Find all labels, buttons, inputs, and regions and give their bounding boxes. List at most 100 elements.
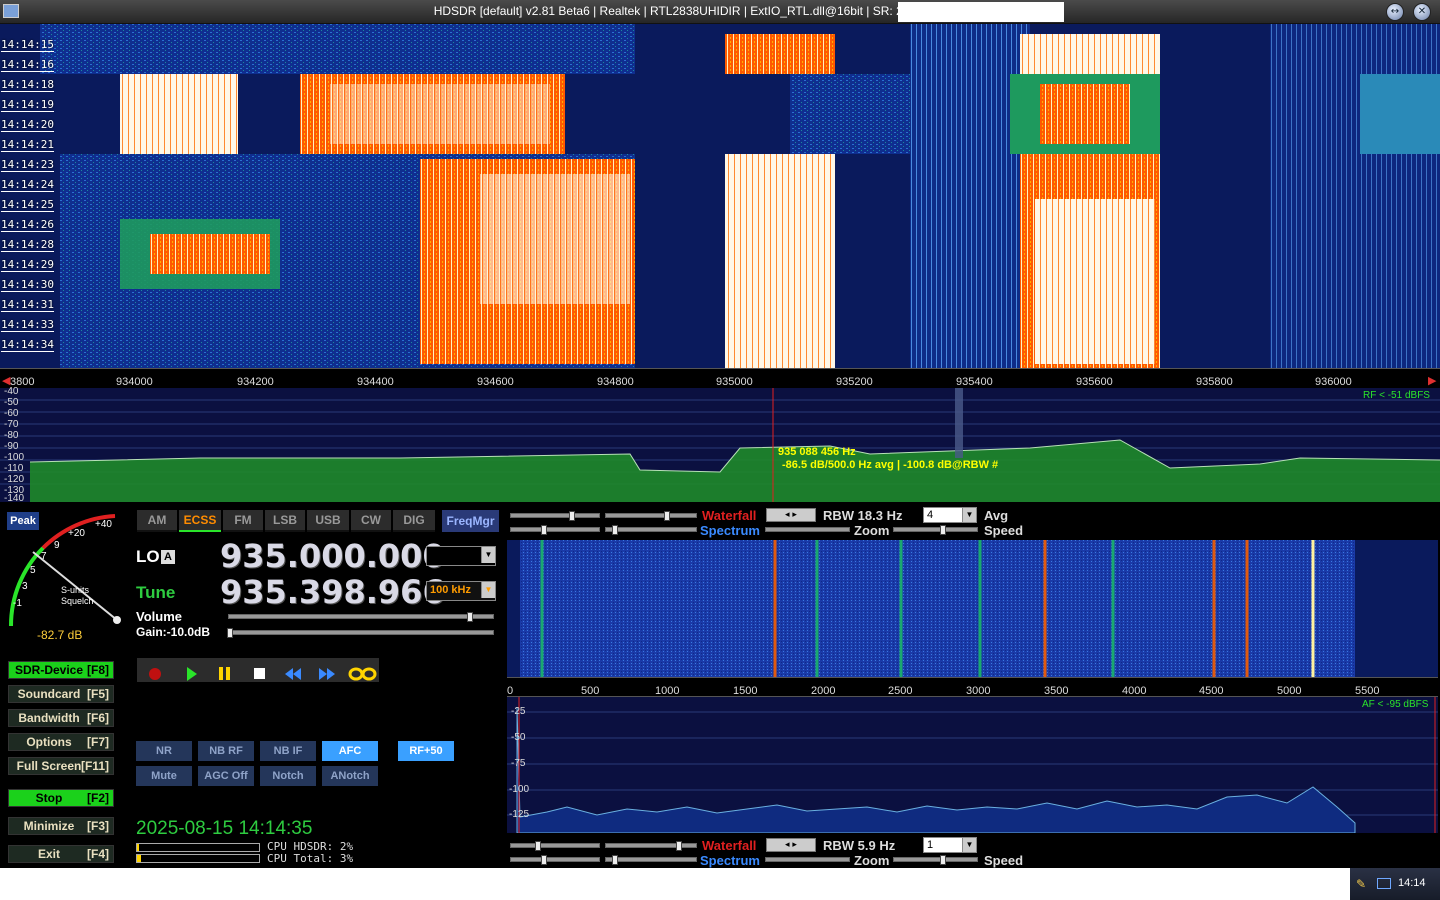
pause-icon[interactable]: [214, 661, 236, 681]
cpu-hdsdr-bar: [136, 843, 260, 852]
rf-rbw-label: RBW 18.3 Hz: [823, 508, 903, 523]
af-db-tick: -125: [509, 809, 530, 820]
record-icon[interactable]: [144, 661, 166, 681]
nb-rf-button[interactable]: NB RF: [198, 741, 254, 761]
af-spectrum-slider-1[interactable]: [510, 855, 600, 865]
mode-am-button[interactable]: AM: [137, 510, 177, 532]
af-waterfall[interactable]: [507, 540, 1438, 677]
button-key: [F2]: [87, 791, 109, 805]
afc-button[interactable]: AFC: [322, 741, 378, 761]
slider-knob[interactable]: [940, 525, 946, 535]
slider-knob[interactable]: [940, 855, 946, 865]
freq-tick: 935200: [836, 376, 873, 388]
nb-if-button[interactable]: NB IF: [260, 741, 316, 761]
rf-spectrum-slider-2[interactable]: [605, 525, 697, 535]
af-spectrum-trace: [507, 697, 1438, 833]
af-rbw-stepper[interactable]: ◂ ▸: [766, 838, 816, 852]
soundcard-button[interactable]: Soundcard [F5]: [8, 685, 114, 703]
freq-tick: 934800: [597, 376, 634, 388]
slider-knob[interactable]: [227, 628, 233, 638]
af-zoom-label: Zoom: [854, 853, 890, 868]
play-icon[interactable]: [180, 661, 202, 681]
loop-icon[interactable]: [348, 661, 378, 681]
rf-zoom-slider-1[interactable]: [765, 527, 850, 532]
tray-tools-icon[interactable]: ✎: [1356, 877, 1366, 891]
main-waterfall[interactable]: [0, 24, 1440, 368]
nr-button[interactable]: NR: [136, 741, 192, 761]
rewind-icon[interactable]: [282, 661, 304, 681]
freqmgr-button[interactable]: FreqMgr: [442, 510, 499, 532]
anotch-button[interactable]: ANotch: [322, 766, 378, 786]
rf-spectrum[interactable]: -40 -50 -60 -70 -80 -90 -100 -110 -120 -…: [0, 386, 1440, 504]
fast-forward-icon[interactable]: [316, 661, 338, 681]
exit-button[interactable]: Exit [F4]: [8, 845, 114, 863]
options-button[interactable]: Options [F7]: [8, 733, 114, 751]
stop-icon[interactable]: [248, 661, 270, 681]
bandwidth-button[interactable]: Bandwidth [F6]: [8, 709, 114, 727]
button-label: Minimize: [23, 819, 75, 833]
tune-step-dropdown[interactable]: 100 kHz ▼: [426, 581, 496, 601]
rf-waterfall-slider-2[interactable]: [605, 511, 697, 521]
smeter-caption: S-units: [61, 585, 90, 595]
af-spectrum-slider-2[interactable]: [605, 855, 697, 865]
af-spectrum[interactable]: -25 -50 -75 -100 -125 AF < -95 dBFS: [507, 697, 1438, 833]
af-zoom-slider-1[interactable]: [765, 857, 850, 862]
peak-button[interactable]: Peak: [7, 512, 39, 530]
af-waterfall-slider-1[interactable]: [510, 841, 600, 851]
minimize-button[interactable]: Minimize [F3]: [8, 817, 114, 835]
button-label: SDR-Device: [14, 663, 84, 677]
slider-knob[interactable]: [612, 525, 618, 535]
scroll-right-icon[interactable]: ▶: [1428, 374, 1436, 387]
rf-level-label: RF < -51 dBFS: [1363, 390, 1430, 401]
af-level-label: AF < -95 dBFS: [1362, 699, 1429, 710]
full-screen-button[interactable]: Full Screen [F11]: [8, 757, 114, 775]
mode-ecss-button[interactable]: ECSS: [179, 510, 221, 532]
title-bar[interactable]: HDSDR [default] v2.81 Beta6 | Realtek | …: [0, 0, 1440, 24]
frequency-scale[interactable]: ◀ 3800 934000 934200 934400 934600 93480…: [0, 368, 1440, 388]
mode-lsb-button[interactable]: LSB: [265, 510, 305, 532]
button-key: [F6]: [87, 711, 109, 725]
stop-button[interactable]: Stop [F2]: [8, 789, 114, 807]
lo-frequency[interactable]: 935.000.000: [220, 537, 445, 575]
gain-slider[interactable]: [227, 628, 494, 638]
lo-badge[interactable]: A: [161, 550, 175, 564]
slider-knob[interactable]: [612, 855, 618, 865]
rf-spectrum-slider-1[interactable]: [510, 525, 600, 535]
db-tick: -110: [4, 463, 24, 474]
rf-waterfall-slider-1[interactable]: [510, 511, 600, 521]
slider-knob[interactable]: [541, 525, 547, 535]
slider-knob[interactable]: [676, 841, 682, 851]
smeter-scale: 5: [30, 565, 36, 576]
af-tick: 4500: [1199, 685, 1224, 697]
af-tick: 1500: [733, 685, 758, 697]
mode-usb-button[interactable]: USB: [307, 510, 349, 532]
slider-knob[interactable]: [535, 841, 541, 851]
slider-knob[interactable]: [664, 511, 670, 521]
mode-cw-button[interactable]: CW: [351, 510, 391, 532]
mode-fm-button[interactable]: FM: [223, 510, 263, 532]
tray-clock[interactable]: 14:14: [1398, 877, 1426, 889]
lo-dropdown[interactable]: ▼: [426, 546, 496, 566]
rf-avg-dropdown[interactable]: 4 ▼: [923, 507, 977, 523]
rf50-button[interactable]: RF+50: [398, 741, 454, 761]
slider-knob[interactable]: [541, 855, 547, 865]
af-zoom-slider-2[interactable]: [893, 855, 978, 865]
af-waterfall-slider-2[interactable]: [605, 841, 697, 851]
volume-slider[interactable]: [228, 612, 494, 622]
af-frequency-scale[interactable]: 0 500 1000 1500 2000 2500 3000 3500 4000…: [507, 677, 1438, 697]
af-tick: 1000: [655, 685, 680, 697]
rf-zoom-slider-2[interactable]: [893, 525, 978, 535]
af-avg-dropdown[interactable]: 1 ▼: [923, 837, 977, 853]
tray-monitor-icon[interactable]: [1377, 878, 1391, 889]
sdr-device-button[interactable]: SDR-Device [F8]: [8, 661, 114, 679]
agc-off-button[interactable]: AGC Off: [198, 766, 254, 786]
mute-button[interactable]: Mute: [136, 766, 192, 786]
slider-knob[interactable]: [569, 511, 575, 521]
mode-dig-button[interactable]: DIG: [393, 510, 435, 532]
notch-button[interactable]: Notch: [260, 766, 316, 786]
restore-icon[interactable]: ↔: [1386, 3, 1404, 21]
slider-knob[interactable]: [467, 612, 473, 622]
tune-frequency[interactable]: 935.398.966: [220, 573, 445, 611]
close-icon[interactable]: ✕: [1413, 3, 1431, 21]
rbw-stepper[interactable]: ◂ ▸: [766, 508, 816, 522]
